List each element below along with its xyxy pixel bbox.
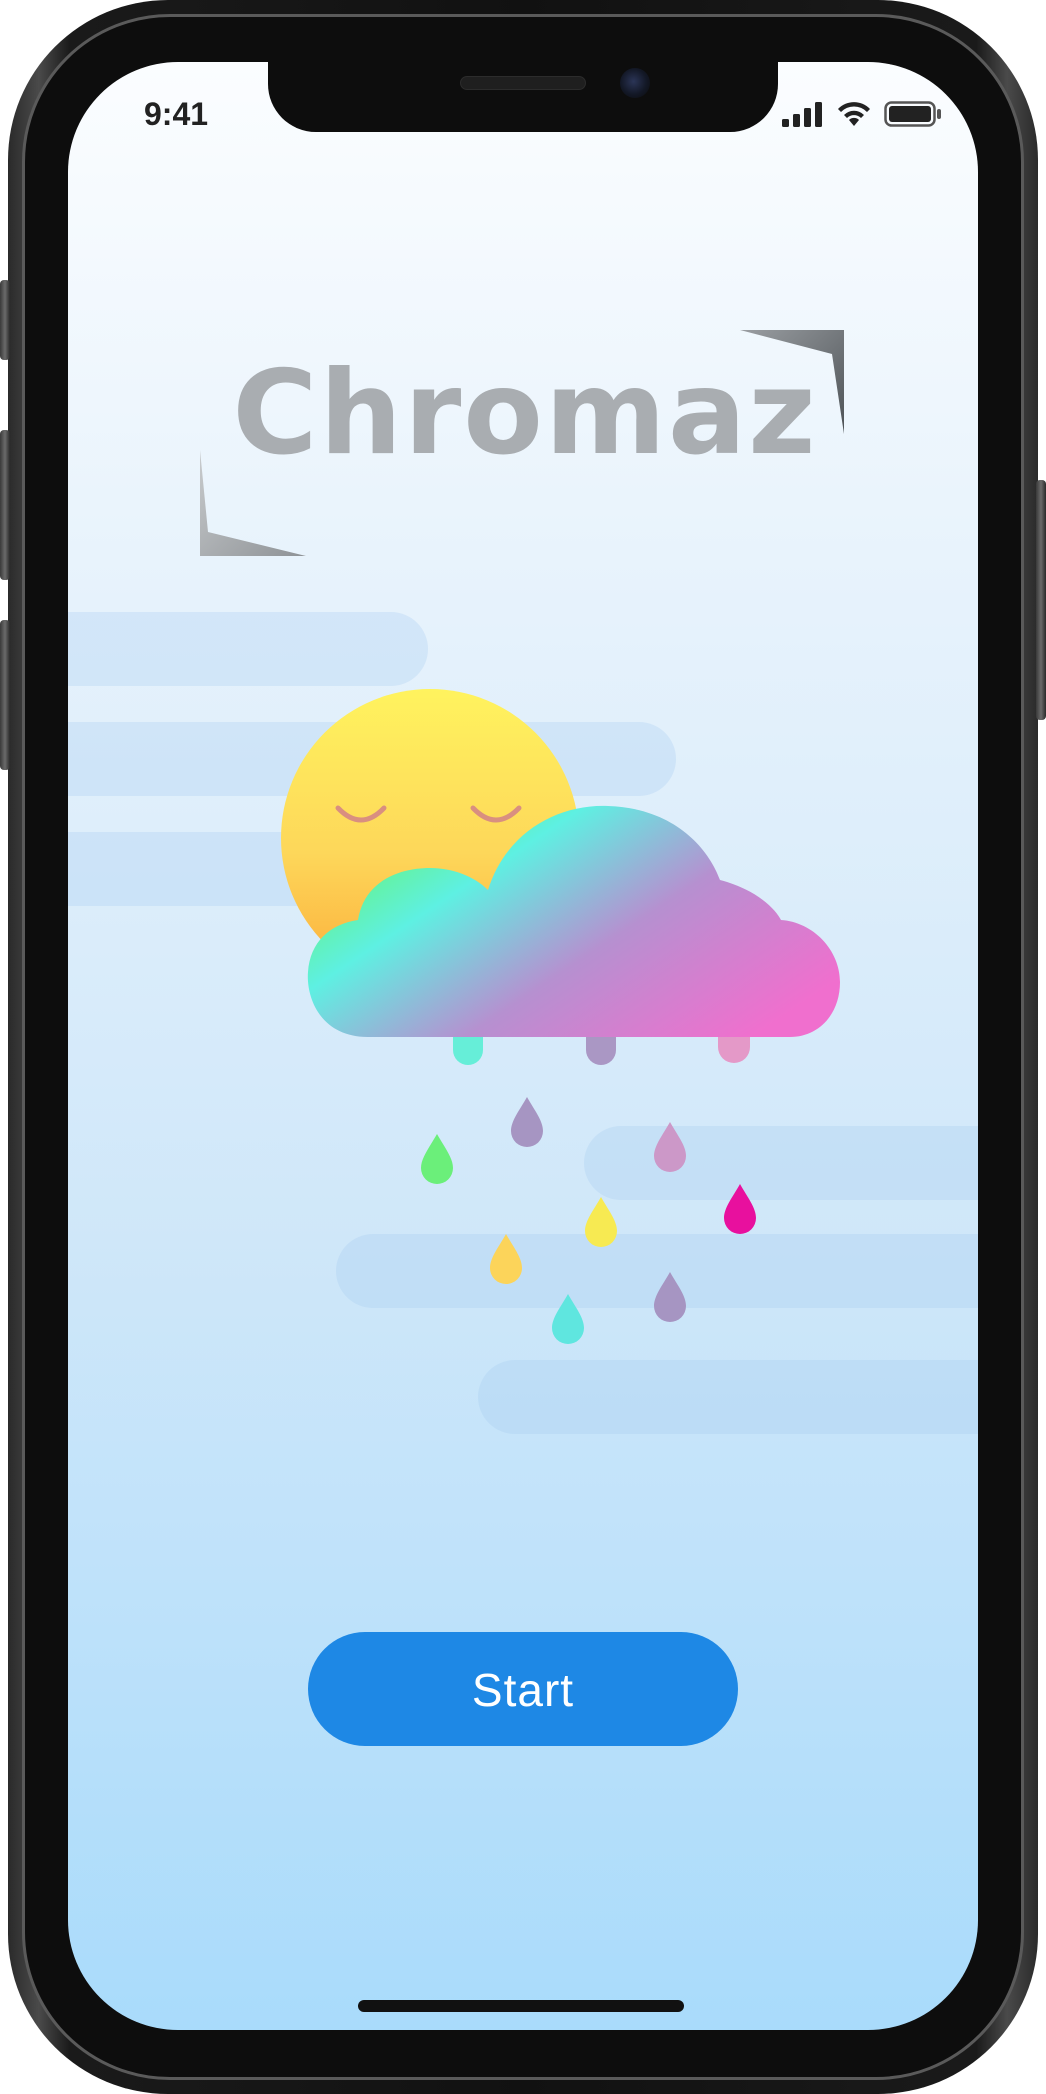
volume-down-button: [0, 620, 10, 770]
start-button[interactable]: Start: [308, 1632, 738, 1746]
power-button: [1036, 480, 1046, 720]
volume-up-button: [0, 430, 10, 580]
phone-mockup: 9:41 Chromaz Start: [0, 0, 1046, 2094]
rain-drops: [421, 1097, 756, 1344]
app-screen: 9:41 Chromaz Start: [68, 62, 978, 2030]
silent-switch: [0, 280, 10, 360]
home-indicator[interactable]: [358, 2000, 684, 2012]
